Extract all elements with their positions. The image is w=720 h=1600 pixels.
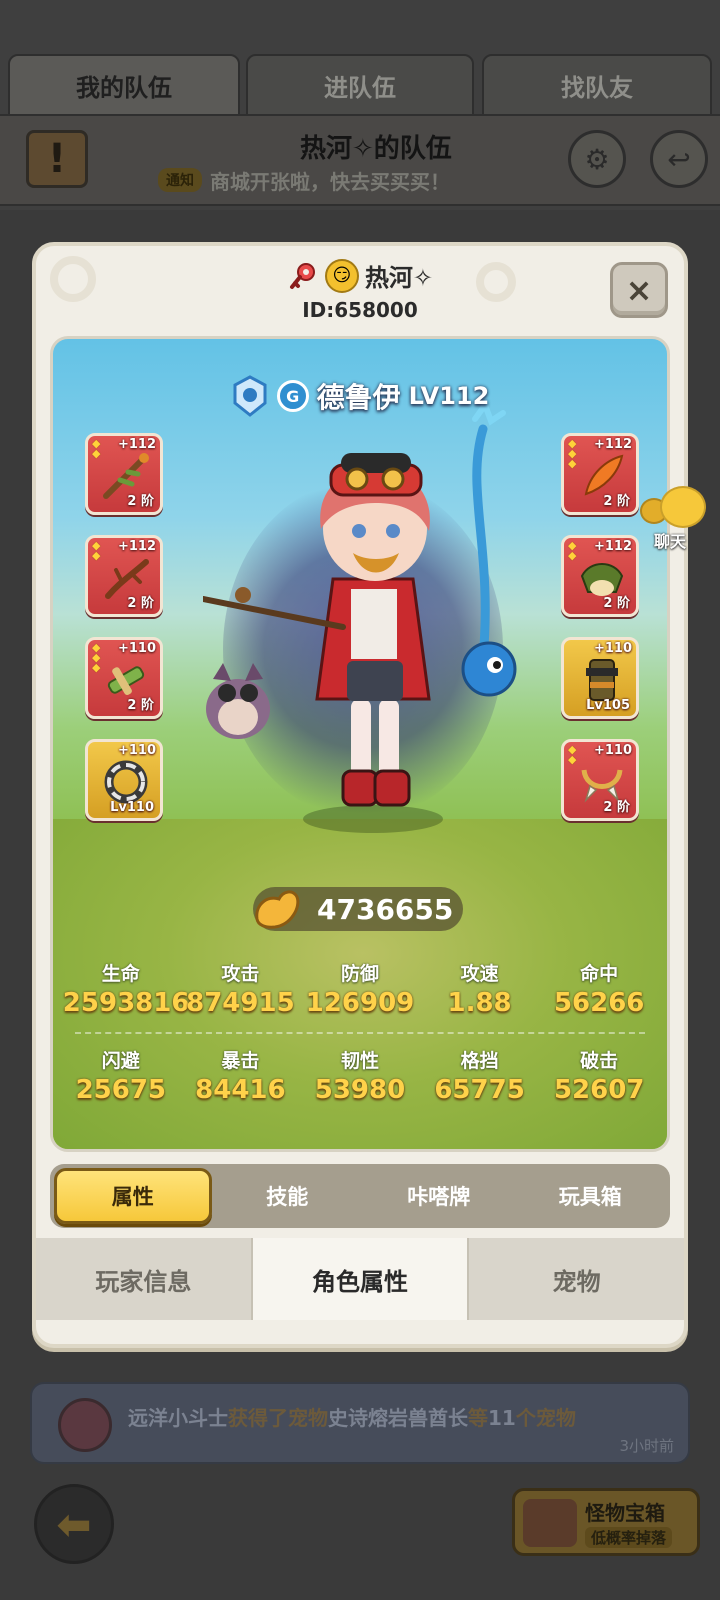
feed-text: 远洋小斗士获得了宠物史诗熔岩兽酋长等11个宠物 [128,1406,576,1430]
equip-slot-belt[interactable]: ◆ ◆ ◆ +110 2 阶 [85,637,163,719]
equip-slot-helmet[interactable]: ◆ ◆ +112 2 阶 [561,535,639,617]
stats-row-secondary: 闪避 25675 暴击 84416 韧性 53980 格挡 65775 破击 52607 [53,1046,667,1105]
stat-defense: 防御 126909 [305,963,415,1018]
modal-header: 😏 热河✧ ID:658000 [36,258,684,328]
player-name: 热河✧ [364,264,434,292]
tier-label: 2 阶 [603,494,630,509]
player-info-modal: 😏 热河✧ ID:658000 × G 德鲁伊 LV112 ◆ ◆ +112 2… [32,242,688,1348]
character-name: 德鲁伊 [316,381,401,414]
stats-row-primary: 生命 2593816 攻击 874915 防御 126909 攻速 1.88 命中 562… [53,959,667,1018]
player-id: ID:658000 [302,298,418,322]
subtab-toybox[interactable]: 玩具箱 [515,1168,667,1224]
close-button[interactable]: × [610,262,668,318]
druid-class-icon: G [276,380,309,412]
equip-slot-offhand[interactable]: ◆ ◆ +112 2 阶 [85,535,163,617]
chat-button[interactable]: 聊天 [636,486,716,556]
notice-board-icon[interactable]: ! [26,130,88,188]
subtab-skills[interactable]: 技能 [212,1168,364,1224]
team-title: 热河✧的队伍 [300,134,452,164]
tab-character-attributes[interactable]: 角色属性 [252,1238,470,1320]
tab-player-info[interactable]: 玩家信息 [36,1238,253,1320]
tier-label: 2 阶 [127,596,154,611]
leave-team-icon[interactable]: ↩ [650,130,708,188]
feed-avatar [58,1398,112,1452]
player-avatar: 😏 [324,258,359,293]
stat-block: 格挡 65775 [434,1050,525,1105]
character-level: LV112 [408,382,490,410]
subtab-cards[interactable]: 咔嗒牌 [363,1168,515,1224]
notice-tag: 通知 [158,168,202,192]
rank-badge-icon [231,375,269,417]
pet-sprite [206,663,270,739]
tier-label: 2 阶 [603,596,630,611]
feed-card: 远洋小斗士获得了宠物史诗熔岩兽酋长等11个宠物 3小时前 [30,1382,690,1464]
notice-ticker: 通知 商城开张啦，快去买买买！ [158,166,450,194]
back-arrow-icon[interactable]: ⬅ [34,1484,114,1564]
stat-toughness: 韧性 53980 [314,1050,406,1105]
tab-pets[interactable]: 宠物 [469,1238,684,1320]
tab-find-teammate[interactable]: 找队友 [482,54,712,116]
stat-attack-speed: 攻速 1.88 [447,963,512,1018]
equip-slot-weapon[interactable]: ◆ ◆ +112 2 阶 [85,433,163,515]
character-title: G 德鲁伊 LV112 [53,375,667,417]
boar-chest-icon [523,1499,577,1547]
stat-penetration: 破击 52607 [553,1050,645,1105]
tier-label: Lv105 [586,698,630,713]
tier-label: Lv110 [110,800,154,815]
character-model [203,399,517,833]
stat-dodge: 闪避 25675 [75,1050,167,1105]
chat-smiley-icon [660,486,706,528]
stats-panel: 生命 2593816 攻击 874915 防御 126909 攻速 1.88 命中 562… [53,959,667,1105]
stat-attack: 攻击 874915 [186,963,295,1018]
feed-time: 3小时前 [619,1437,674,1455]
subtab-attributes[interactable]: 属性 [54,1168,212,1224]
monster-chest-button[interactable]: 怪物宝箱 低概率掉落 [512,1488,700,1556]
player-name-row: 😏 热河✧ [36,258,684,293]
key-icon [287,260,319,292]
equip-slot-armor[interactable]: +110 Lv105 [561,637,639,719]
equip-slot-feather[interactable]: ◆ ◆ ◆ +112 2 阶 [561,433,639,515]
chat-label: 聊天 [654,532,687,551]
chest-subtitle: 低概率掉落 [585,1527,673,1548]
character-scene: G 德鲁伊 LV112 ◆ ◆ +112 2 阶 ◆ ◆ +112 2 阶 ◆ ◆ ◆ … [50,336,670,1152]
tab-join-team[interactable]: 进队伍 [246,54,474,116]
tab-my-team[interactable]: 我的队伍 [8,54,240,116]
detail-subtabs: 属性 技能 咔嗒牌 玩具箱 [50,1164,670,1228]
chest-title: 怪物宝箱 [585,1501,665,1525]
equip-slot-necklace[interactable]: ◆ ◆ +110 2 阶 [561,739,639,821]
combat-power-value: 4736655 [317,893,454,926]
stats-divider [75,1032,645,1034]
stat-crit: 暴击 84416 [195,1050,286,1105]
equip-slot-ring[interactable]: +110 Lv110 [85,739,163,821]
modal-bottom-tabs: 玩家信息 角色属性 宠物 [36,1238,684,1320]
settings-gear-icon[interactable]: ⚙ [568,130,626,188]
combat-power: 4736655 [253,887,463,931]
muscle-arm-icon [255,890,300,929]
tier-label: 2 阶 [603,800,630,815]
tier-label: 2 阶 [127,698,154,713]
notice-text: 商城开张啦，快去买买买！ [210,169,450,194]
stat-accuracy: 命中 56266 [553,963,645,1018]
tier-label: 2 阶 [127,494,154,509]
stat-hp: 生命 2593816 [62,963,190,1018]
